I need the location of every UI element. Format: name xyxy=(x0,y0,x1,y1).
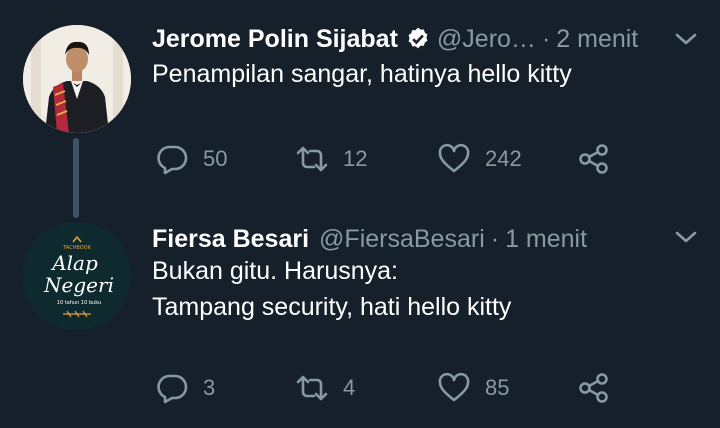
like-button[interactable]: 242 xyxy=(437,142,522,176)
like-count: 242 xyxy=(485,146,522,171)
reply-count: 3 xyxy=(203,375,216,400)
tweet-fiersa[interactable]: TACHBOOK Alap Negeri 10 tahun 10 buku Fi… xyxy=(0,200,720,428)
like-icon xyxy=(438,143,470,173)
tweet-text-line: Penampilan sangar, hatinya hello kitty xyxy=(152,60,572,88)
author-name[interactable]: Jerome Polin Sijabat xyxy=(152,22,398,56)
like-count: 85 xyxy=(485,375,510,400)
logo-text-negeri: Negeri xyxy=(43,273,114,297)
author-handle[interactable]: @Jero… xyxy=(437,22,536,56)
reply-button[interactable]: 3 xyxy=(155,371,215,405)
avatar-jerome[interactable] xyxy=(23,25,131,133)
reply-icon xyxy=(157,145,188,175)
tweet-text-line: Bukan gitu. Harusnya: xyxy=(152,257,398,285)
separator-dot: · xyxy=(490,225,500,253)
tweet-header: Fiersa Besari @FiersaBesari · 1 menit xyxy=(152,222,700,256)
logo-text-tagline: 10 tahun 10 buku xyxy=(57,300,101,306)
logo-text-alap: Alap xyxy=(50,251,98,275)
retweet-count: 4 xyxy=(343,375,356,400)
separator-dot: · xyxy=(541,25,551,53)
like-button[interactable]: 85 xyxy=(437,371,509,405)
tweet-actions: 50 12 242 xyxy=(155,142,625,176)
verified-badge-icon xyxy=(408,27,428,49)
retweet-button[interactable]: 4 xyxy=(295,371,355,405)
reply-count: 50 xyxy=(203,146,228,171)
tweet-jerome[interactable]: Jerome Polin Sijabat @Jero… · 2 menit Pe… xyxy=(0,0,720,218)
reply-button[interactable]: 50 xyxy=(155,142,227,176)
tweet-header: Jerome Polin Sijabat @Jero… · 2 menit xyxy=(152,22,700,56)
retweet-button[interactable]: 12 xyxy=(295,142,367,176)
chevron-down-icon[interactable] xyxy=(674,228,698,246)
share-button[interactable] xyxy=(577,142,611,176)
like-icon xyxy=(438,372,470,402)
share-icon xyxy=(579,373,608,403)
avatar-fiersa[interactable]: TACHBOOK Alap Negeri 10 tahun 10 buku xyxy=(23,222,131,330)
reply-icon xyxy=(157,374,188,404)
tweet-text: Penampilan sangar, hatinya hello kitty xyxy=(152,56,572,92)
chevron-down-icon[interactable] xyxy=(674,30,698,48)
tweet-text-line: Tampang security, hati hello kitty xyxy=(152,293,512,321)
retweet-count: 12 xyxy=(343,146,368,171)
tweet-text: Bukan gitu. Harusnya: Tampang security, … xyxy=(152,253,511,325)
timestamp[interactable]: 1 menit xyxy=(505,222,587,256)
retweet-icon xyxy=(296,146,328,172)
retweet-icon xyxy=(296,375,328,401)
share-icon xyxy=(579,144,608,174)
timestamp[interactable]: 2 menit xyxy=(556,22,638,56)
author-name[interactable]: Fiersa Besari xyxy=(152,222,309,256)
tweet-actions: 3 4 85 xyxy=(155,371,625,405)
author-handle[interactable]: @FiersaBesari xyxy=(319,222,485,256)
share-button[interactable] xyxy=(577,371,611,405)
